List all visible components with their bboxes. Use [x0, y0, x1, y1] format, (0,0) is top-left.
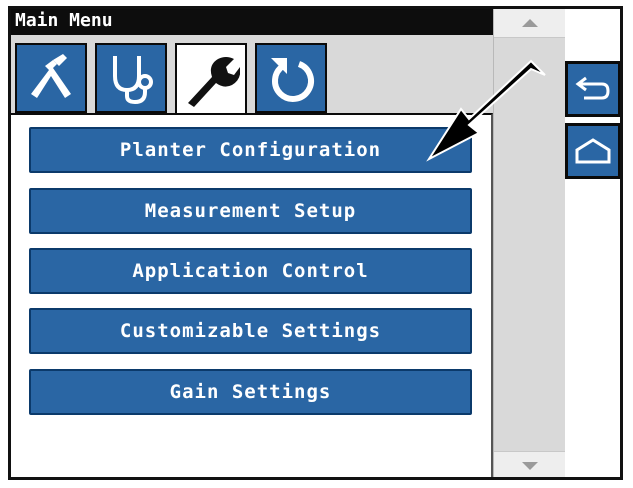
tab-bar: [11, 35, 493, 115]
application-control-button[interactable]: Application Control: [29, 248, 472, 294]
tab-tools[interactable]: [15, 43, 87, 113]
scroll-up-button[interactable]: [494, 9, 566, 38]
menu-panel: Planter Configuration Measurement Setup …: [11, 113, 493, 477]
back-button[interactable]: [565, 61, 620, 117]
wrench-icon: [188, 57, 240, 107]
tab-reset[interactable]: [255, 43, 327, 113]
scrollbar[interactable]: [493, 9, 566, 477]
planter-configuration-button[interactable]: Planter Configuration: [29, 127, 472, 173]
triangle-up-icon: [522, 19, 538, 27]
home-button[interactable]: [565, 123, 620, 179]
caliper-tool-icon: [31, 54, 71, 98]
window-title: Main Menu: [11, 9, 493, 35]
measurement-setup-button[interactable]: Measurement Setup: [29, 188, 472, 234]
stethoscope-icon: [113, 56, 153, 105]
gain-settings-button[interactable]: Gain Settings: [29, 369, 472, 415]
refresh-icon: [271, 58, 314, 102]
customizable-settings-button[interactable]: Customizable Settings: [29, 308, 472, 354]
scroll-down-button[interactable]: [494, 451, 566, 477]
tab-diagnostics[interactable]: [95, 43, 167, 113]
back-arrow-icon: [575, 76, 610, 100]
main-menu-window: Main Menu Planter Configuration Measurem…: [8, 6, 623, 480]
home-icon: [575, 138, 611, 164]
triangle-down-icon: [522, 462, 538, 470]
tab-setup[interactable]: [175, 43, 247, 115]
